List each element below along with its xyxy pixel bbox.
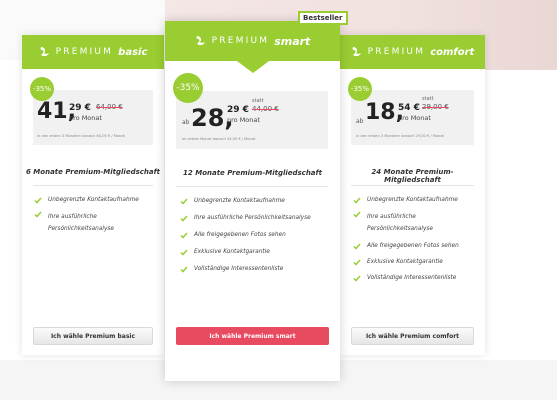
plan-header-basic: PREMIUM basic <box>22 35 164 69</box>
price-old: 64,00 € <box>96 103 123 111</box>
price-note: in den ersten 3 Monaten danach 29,00 € /… <box>356 134 444 138</box>
price-prefix: ab <box>182 119 190 126</box>
check-icon <box>353 243 361 250</box>
plan-title: 6 Monate Premium-Mitgliedschaft <box>26 168 161 176</box>
price-per-month: pro Monat <box>227 116 260 124</box>
divider <box>33 185 153 186</box>
check-icon <box>180 249 188 256</box>
check-icon <box>180 232 188 239</box>
feature-item: Exklusive Kontaktgarantie <box>353 259 483 266</box>
check-icon <box>353 259 361 266</box>
price-cents: 29 € <box>227 105 249 115</box>
feature-item: Alle freigegebenen Fotos sehen <box>180 232 335 239</box>
check-icon <box>353 197 361 204</box>
brand-word: PREMIUM <box>367 47 426 57</box>
discount-badge: -35% <box>30 77 54 101</box>
select-comfort-button[interactable]: Ich wähle Premium comfort <box>351 327 474 345</box>
feature-item: Exklusive Kontaktgarantie <box>180 249 335 256</box>
plan-title: 12 Monate Premium-Mitgliedschaft <box>183 169 322 177</box>
brand-word: PREMIUM <box>211 36 270 46</box>
price-statt: statt <box>422 96 434 102</box>
plan-card-smart: PREMIUM smart -35% ab 28, 29 € statt 44,… <box>165 21 340 381</box>
price-note: im ersten Monat danach 44,00 € / Monat <box>182 137 256 141</box>
swan-logo-icon <box>352 47 361 57</box>
price-prefix: ab <box>356 118 364 125</box>
check-icon <box>180 198 188 205</box>
plan-card-basic: PREMIUM basic -35% 41, 29 € 64,00 € pro … <box>22 35 164 355</box>
price-box: ab 28, 29 € statt 44,00 € pro Monat im e… <box>176 91 328 149</box>
feature-item: Ihre ausführliche Persönlichkeitsanalyse <box>180 215 335 222</box>
check-icon <box>34 211 42 218</box>
swan-logo-icon <box>196 36 205 46</box>
price-per-month: pro Monat <box>398 114 431 122</box>
price-per-month: pro Monat <box>69 114 102 122</box>
brand-tier: comfort <box>430 46 475 58</box>
feature-list: Unbegrenzte Kontaktaufnahme Ihre ausführ… <box>353 197 483 282</box>
brand-tier: basic <box>118 46 148 58</box>
brand-tier: smart <box>274 34 311 48</box>
feature-item: Unbegrenzte Kontaktaufnahme <box>353 197 483 204</box>
price-old: 29,00 € <box>422 103 449 111</box>
bestseller-badge: Bestseller <box>298 11 348 25</box>
plan-header-comfort: PREMIUM comfort <box>340 35 485 69</box>
discount-badge: -35% <box>173 73 203 103</box>
plan-title: 24 Monate Premium-Mitgliedschaft <box>371 168 454 184</box>
select-basic-button[interactable]: Ich wähle Premium basic <box>33 327 153 345</box>
select-smart-button[interactable]: Ich wähle Premium smart <box>176 327 329 345</box>
feature-list: Unbegrenzte Kontaktaufnahme Ihre ausführ… <box>34 197 159 235</box>
feature-item: Vollständige Interessentenliste <box>180 266 335 273</box>
plan-card-comfort: PREMIUM comfort -35% ab 18, 54 € statt 2… <box>340 35 485 355</box>
feature-item: Ihre ausführliche Persönlichkeitsanalyse <box>353 211 483 235</box>
feature-list: Unbegrenzte Kontaktaufnahme Ihre ausführ… <box>180 198 335 273</box>
check-icon <box>353 211 361 218</box>
check-icon <box>180 215 188 222</box>
feature-item: Alle freigegebenen Fotos sehen <box>353 243 483 250</box>
feature-item: Vollständige Interessentenliste <box>353 275 483 282</box>
price-cents: 54 € <box>398 103 420 113</box>
check-icon <box>353 275 361 282</box>
swan-logo-icon <box>40 47 49 57</box>
price-box: 41, 29 € 64,00 € pro Monat in den ersten… <box>33 90 153 145</box>
check-icon <box>34 197 42 204</box>
feature-item: Unbegrenzte Kontaktaufnahme <box>34 197 159 204</box>
discount-badge: -35% <box>348 77 372 101</box>
feature-item: Unbegrenzte Kontaktaufnahme <box>180 198 335 205</box>
brand-word: PREMIUM <box>55 47 114 57</box>
price-old: 44,00 € <box>252 105 279 113</box>
price-cents: 29 € <box>69 103 91 113</box>
check-icon <box>180 266 188 273</box>
divider <box>176 186 328 187</box>
price-note: in den ersten 3 Monaten danach 64,00 € /… <box>37 134 125 138</box>
price-statt: statt <box>252 98 264 104</box>
price-box: ab 18, 54 € statt 29,00 € pro Monat in d… <box>351 90 474 145</box>
divider <box>351 185 474 186</box>
plan-header-smart: PREMIUM smart <box>165 21 340 73</box>
feature-item: Ihre ausführliche Persönlichkeitsanalyse <box>34 211 159 235</box>
